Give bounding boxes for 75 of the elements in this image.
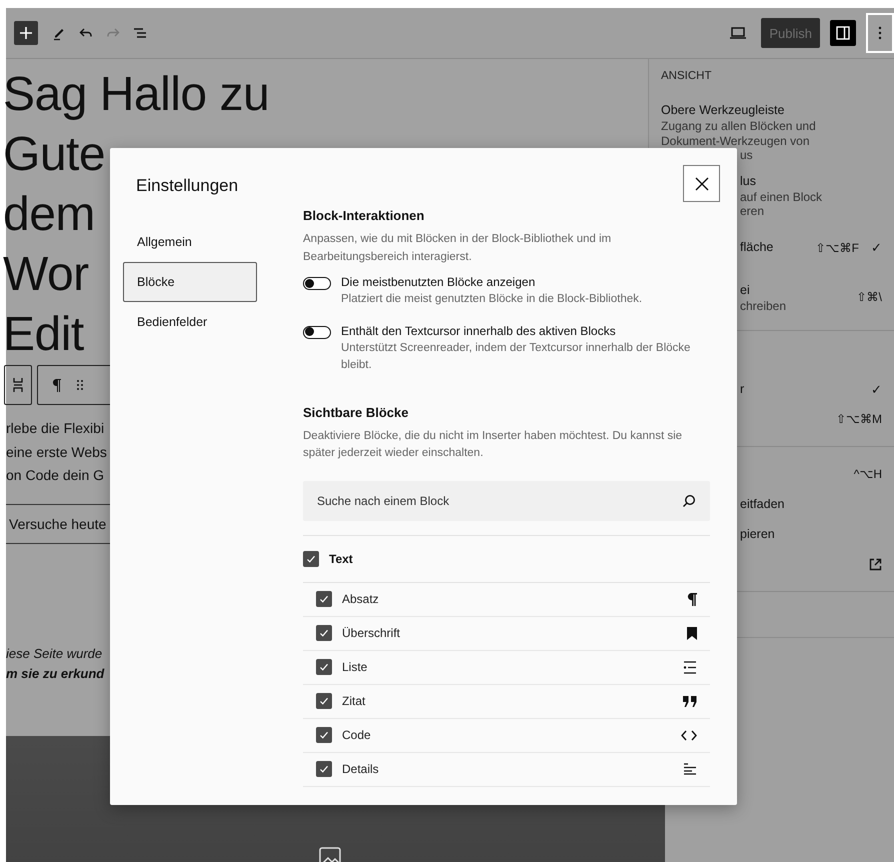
paragraph-icon [687,592,697,606]
settings-tab[interactable]: Blöcke [123,262,257,302]
paragraph-text: on Code dein G [6,466,106,485]
section-title: Block-Interaktionen [303,208,426,223]
section-description: Deaktiviere Blöcke, die du nicht im Inserter haben möchtest. Du kannst sie später jederzeit wieder einschalten. [303,428,684,461]
toggle-description: Platziert die meist genutzten Blöcke in die Block-Bibliothek. [341,292,642,307]
list-icon [683,660,697,674]
check-icon [318,593,330,605]
page-heading: Edit [3,307,84,363]
toggle-description: Unterstützt Screenreader, indem der Textcursor innerhalb der Blöcke bleibt. [341,340,692,373]
checkbox[interactable] [316,727,332,743]
menu-item-description: Dokument-Werkzeugen von [661,134,811,148]
keyboard-shortcut: ⇧⌥⌘F [816,240,859,254]
search-field[interactable]: Suche nach einem Block [303,480,710,520]
footnote-text: m sie zu erkund [6,664,104,682]
section-description: Anpassen, wie du mit Blöcken in der Block-Bibliothek und im Bearbeitungsbereich interagierst. [303,232,612,264]
menu-item-description: Zugang zu allen Blöcken und [661,119,817,134]
add-block-button[interactable] [14,21,38,45]
checkbox[interactable] [316,659,332,675]
search-icon [682,494,696,508]
details-icon [683,763,697,775]
keyboard-shortcut: ^⌥H [854,467,882,481]
toggle-label: Die meistbenutzten Blöcke anzeigen [341,274,536,291]
close-icon [694,176,708,190]
transform-block-icon[interactable] [4,365,32,405]
section-title: Sichtbare Blöcke [303,404,410,420]
plus-icon [19,26,33,40]
block-label: Code [342,728,372,742]
quote-icon [683,696,697,706]
check-mark: ✓ [871,382,882,396]
check-icon [318,627,330,639]
footnote-text: iese Seite wurde [6,644,104,662]
check-mark: ✓ [871,240,882,255]
menu-item-description: us [739,148,754,162]
checkbox[interactable] [316,625,332,641]
checkbox[interactable] [303,550,319,566]
paragraph-text: rlebe die Flexibi [6,419,106,438]
checkbox[interactable] [316,761,332,777]
paragraph-icon[interactable] [52,378,62,392]
check-icon [318,695,330,707]
dialog-title: Einstellungen [135,176,238,196]
menu-item-label[interactable]: Obere Werkzeugleiste [661,102,882,119]
menu-item-description: chreiben [739,298,788,313]
toggle-switch[interactable] [303,326,331,338]
keyboard-shortcut: ⇧⌥⌘M [836,412,882,426]
toggle-label: Enthält den Textcursor innerhalb des aktiven Blocks [341,322,617,340]
sidebar-toggle-button[interactable] [830,20,856,46]
block-label: Liste [342,660,368,674]
menu-item-description: auf einen Block [739,190,824,204]
keyboard-shortcut: ⇧⌘\ [856,290,882,304]
checkbox[interactable] [316,591,332,607]
close-button[interactable] [683,165,720,202]
block-label: Details [342,762,380,776]
check-icon [318,661,330,673]
check-icon [318,729,330,741]
menu-group-heading: ANSICHT [660,69,712,84]
settings-tab[interactable]: Allgemein [123,222,257,262]
block-label: Überschrift [342,626,402,640]
block-label: Zitat [342,694,366,708]
bookmark-icon [687,626,697,640]
toggle-switch[interactable] [303,277,331,290]
paragraph-text: eine erste Webs [6,442,107,462]
settings-tab[interactable]: Bedienfelder [123,302,257,342]
laptop-icon[interactable] [729,26,748,40]
more-icon [878,26,882,40]
checkbox[interactable] [316,693,332,709]
code-icon [681,730,697,740]
external-link-icon[interactable] [869,558,882,570]
category-label: Text [329,552,353,566]
check-icon [318,763,330,775]
sidebar-icon [836,26,850,40]
block-label: Absatz [342,592,380,606]
options-menu-button[interactable] [866,13,894,53]
drag-handle-icon[interactable] [76,379,84,391]
menu-item-description: eren [739,204,766,218]
